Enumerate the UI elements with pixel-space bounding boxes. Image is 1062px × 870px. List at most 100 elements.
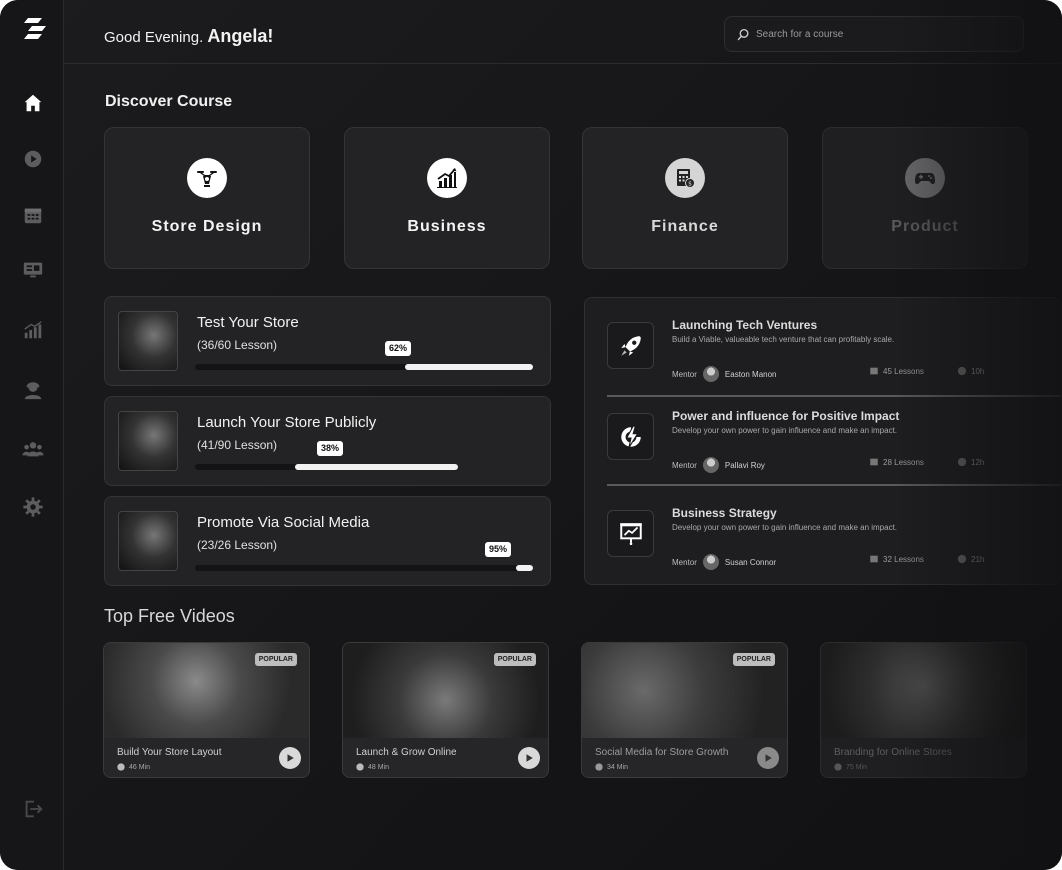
- progress-title: Launch Your Store Publicly: [197, 414, 377, 431]
- search-box[interactable]: [724, 16, 1024, 52]
- mentor-info: Mentor Susan Connor: [672, 554, 776, 570]
- progress-title: Promote Via Social Media: [197, 514, 370, 531]
- mentor-label: Mentor: [672, 369, 697, 379]
- video-title: Launch & Grow Online: [356, 747, 457, 758]
- user-name: Angela!: [207, 26, 274, 46]
- home-icon: [24, 94, 42, 112]
- sidebar-item-calendar[interactable]: [20, 202, 46, 228]
- popular-badge: POPULAR: [493, 653, 536, 666]
- clock-icon: [957, 554, 967, 564]
- sidebar-item-analytics[interactable]: [20, 317, 46, 343]
- sidebar-item-community[interactable]: [20, 436, 46, 462]
- clock-icon: [356, 763, 364, 771]
- sidebar-item-support[interactable]: [20, 377, 46, 403]
- avatar: [702, 366, 719, 382]
- course-description: Develop your own power to gain influence…: [672, 523, 898, 532]
- progress-bar-fill: [516, 565, 533, 571]
- logout-icon: [25, 800, 43, 818]
- course-description: Develop your own power to gain influence…: [672, 426, 898, 435]
- lesson-count: 28 Lessons: [869, 457, 924, 467]
- clock-icon: [595, 763, 603, 771]
- progress-card[interactable]: Promote Via Social Media (23/26 Lesson) …: [104, 496, 551, 586]
- rocket-icon: [620, 335, 641, 356]
- video-card[interactable]: POPULAR Build Your Store Layout 46 Min: [103, 642, 310, 778]
- duration-text: 21h: [971, 554, 985, 564]
- presentation-icon: [619, 522, 642, 545]
- category-card-product[interactable]: Product: [822, 127, 1028, 269]
- mentor-course-row[interactable]: Business Strategy Develop your own power…: [607, 486, 1061, 574]
- lesson-count-text: 28 Lessons: [883, 457, 924, 467]
- mentor-courses-panel: Launching Tech Ventures Build a Viable, …: [584, 297, 1062, 585]
- duration-text: 10h: [971, 366, 985, 376]
- duration-text: 12h: [971, 457, 985, 467]
- popular-badge: POPULAR: [254, 653, 297, 666]
- progress-card[interactable]: Launch Your Store Publicly (41/90 Lesson…: [104, 396, 551, 486]
- support-icon: [24, 382, 42, 400]
- category-card-business[interactable]: Business: [344, 127, 550, 269]
- course-description: Build a Viable, valueable tech venture t…: [672, 335, 895, 344]
- progress-title: Test Your Store: [197, 314, 299, 331]
- top-bar: Good Evening. Angela!: [64, 0, 1062, 64]
- progress-bar: [195, 464, 458, 470]
- video-duration-text: 48 Min: [368, 763, 390, 771]
- play-button[interactable]: [757, 747, 779, 769]
- mentor-name: Easton Manon: [724, 369, 777, 379]
- svg-text:$: $: [688, 181, 692, 188]
- lesson-count: 32 Lessons: [869, 554, 924, 564]
- mentor-label: Mentor: [672, 557, 697, 567]
- video-title: Build Your Store Layout: [117, 747, 222, 758]
- category-label: Store Design: [151, 218, 263, 235]
- video-card[interactable]: Branding for Online Stores 75 Min: [820, 642, 1027, 778]
- mentor-course-row[interactable]: Launching Tech Ventures Build a Viable, …: [607, 298, 1061, 386]
- video-duration: 75 Min: [834, 763, 867, 771]
- sidebar: [0, 0, 64, 870]
- progress-bar-fill: [294, 464, 458, 470]
- mentor-info: Mentor Easton Manon: [672, 366, 777, 382]
- progress-percent-badge: 38%: [317, 441, 344, 456]
- search-input[interactable]: [756, 28, 1006, 40]
- monitor-icon: [23, 262, 43, 278]
- play-icon: [526, 754, 533, 762]
- category-card-finance[interactable]: $ Finance: [582, 127, 788, 269]
- progress-bar-fill: [404, 364, 533, 370]
- course-thumbnail: [118, 411, 178, 471]
- video-thumbnail: [821, 643, 1026, 738]
- progress-bar: [195, 364, 533, 370]
- category-card-store-design[interactable]: Store Design: [104, 127, 310, 269]
- play-icon: [24, 150, 42, 168]
- sidebar-item-videos[interactable]: [20, 146, 46, 172]
- progress-percent-badge: 62%: [385, 341, 412, 356]
- logout-button[interactable]: [20, 796, 46, 822]
- lesson-count-text: 45 Lessons: [883, 366, 924, 376]
- duration: 21h: [957, 554, 984, 564]
- video-duration-text: 75 Min: [846, 763, 868, 771]
- category-label: Finance: [651, 218, 719, 235]
- mentor-name: Pallavi Roy: [724, 460, 765, 470]
- play-button[interactable]: [279, 747, 301, 769]
- video-card[interactable]: POPULAR Launch & Grow Online 48 Min: [342, 642, 549, 778]
- progress-lessons: (41/90 Lesson): [197, 438, 278, 452]
- progress-card[interactable]: Test Your Store (36/60 Lesson) 62%: [104, 296, 551, 386]
- growth-chart-icon: [437, 168, 457, 188]
- category-icon-wrap: [427, 158, 467, 198]
- category-icon-wrap: [905, 158, 945, 198]
- mentor-course-row[interactable]: Power and influence for Positive Impact …: [607, 389, 1061, 477]
- sidebar-item-settings[interactable]: [20, 494, 46, 520]
- video-card[interactable]: POPULAR Social Media for Store Growth 34…: [581, 642, 788, 778]
- play-button[interactable]: [518, 747, 540, 769]
- videos-title: Top Free Videos: [104, 606, 235, 626]
- progress-percent-badge: 95%: [485, 542, 512, 557]
- category-label: Product: [891, 218, 959, 235]
- play-icon: [287, 754, 294, 762]
- lesson-count: 45 Lessons: [869, 366, 924, 376]
- mentor-label: Mentor: [672, 460, 697, 470]
- sidebar-item-monitor[interactable]: [20, 257, 46, 283]
- logo-icon[interactable]: [20, 14, 50, 44]
- sidebar-item-home[interactable]: [20, 90, 46, 116]
- video-title: Social Media for Store Growth: [595, 747, 729, 758]
- mentor-info: Mentor Pallavi Roy: [672, 457, 765, 473]
- video-footer: [821, 738, 1026, 777]
- book-icon: [870, 367, 878, 375]
- progress-bar: [195, 565, 533, 571]
- calendar-icon: [24, 208, 42, 224]
